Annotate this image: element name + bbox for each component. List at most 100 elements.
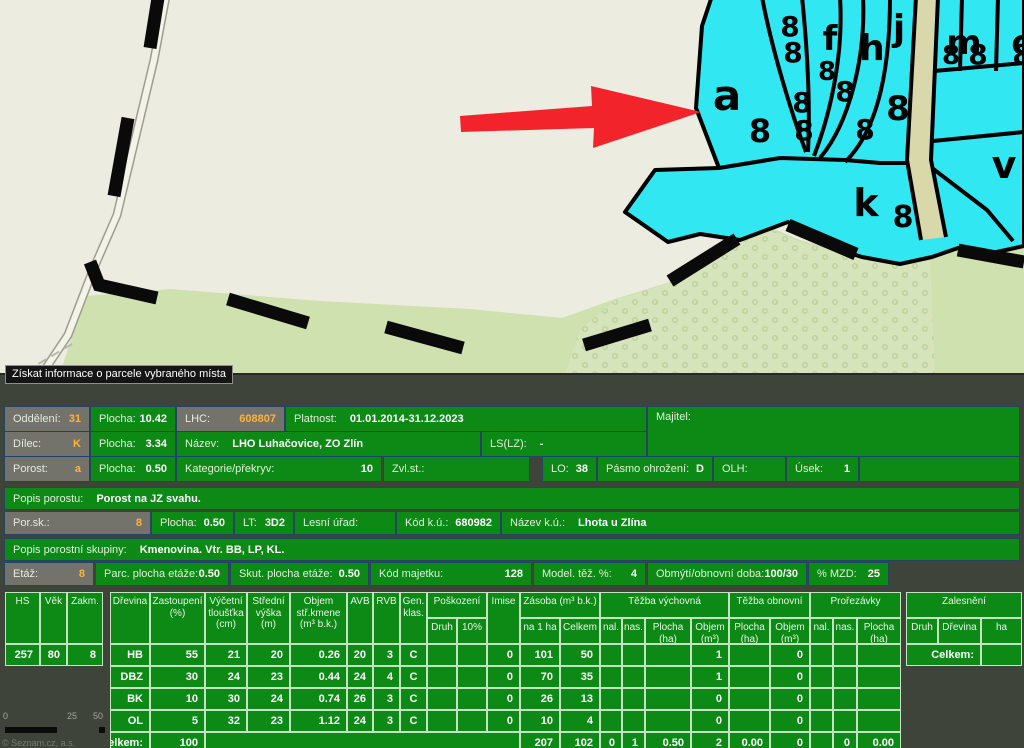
header-line: Prořezávky bbox=[830, 596, 880, 608]
header-line: nas. bbox=[836, 622, 855, 634]
species-cell-imise: 0 bbox=[487, 644, 520, 666]
species-cell-objem: 0.26 bbox=[290, 644, 347, 666]
species-cell-celkem: 4 bbox=[560, 710, 600, 732]
scale-tick-25: 25 bbox=[67, 711, 77, 721]
total-plocha1: 0.50 bbox=[645, 732, 691, 748]
species-cell-celkem: 13 bbox=[560, 688, 600, 710]
header-line: 10% bbox=[462, 622, 482, 634]
total-objem1: 2 bbox=[691, 732, 729, 748]
species-cell-nal1 bbox=[600, 688, 622, 710]
header-line: (m³) bbox=[781, 634, 799, 645]
species-cell-proc10 bbox=[457, 688, 487, 710]
header-line: Těžba obnovní bbox=[736, 596, 802, 608]
total-zast: 100 bbox=[150, 732, 205, 748]
field-model-tez: Model. těž. %:4 bbox=[534, 563, 645, 585]
header-line: Věk bbox=[45, 596, 62, 608]
species-cell-druh bbox=[427, 644, 457, 666]
field-usek: Úsek:1 bbox=[787, 457, 858, 481]
header-line: Zastoupení bbox=[152, 596, 202, 608]
col-header-vek: Věk bbox=[40, 592, 67, 644]
field-nazev-ku: Název k.ú.:Lhota u Zlína bbox=[502, 512, 1019, 534]
col-header-nal1: nal. bbox=[600, 618, 622, 644]
species-cell-druh bbox=[427, 710, 457, 732]
total-objem2: 0 bbox=[770, 732, 810, 748]
field-kod-ku: Kód k.ú.:680982 bbox=[397, 512, 500, 534]
parcel-label-a: a bbox=[713, 71, 741, 120]
total-nas2: 0 bbox=[833, 732, 857, 748]
col-header-nas2: nas. bbox=[833, 618, 857, 644]
header-line: na 1 ha bbox=[523, 622, 556, 634]
header-line: (m) bbox=[261, 619, 276, 631]
svg-text:8: 8 bbox=[835, 75, 854, 108]
species-cell-gen: C bbox=[400, 644, 427, 666]
col-header-zha: ha bbox=[981, 618, 1022, 644]
header-line: Objem bbox=[775, 622, 804, 634]
header-line: (m³) bbox=[701, 634, 719, 645]
col-header-stredni: Střednívýška(m) bbox=[247, 592, 290, 644]
species-cell-rvb: 3 bbox=[373, 710, 400, 732]
species-cell-avb: 20 bbox=[347, 644, 373, 666]
col-header-plocha1: Plocha(ha) bbox=[645, 618, 691, 644]
species-cell-gen: C bbox=[400, 710, 427, 732]
svg-text:8: 8 bbox=[794, 114, 813, 147]
header-line: nal. bbox=[603, 622, 619, 634]
species-cell-celkem: 50 bbox=[560, 644, 600, 666]
species-cell-vycetni: 21 bbox=[205, 644, 247, 666]
header-line: ha bbox=[996, 622, 1007, 634]
header-line: stř.kmene bbox=[297, 608, 341, 620]
col-header-zdruh: Druh bbox=[906, 618, 938, 644]
species-cell-gen: C bbox=[400, 666, 427, 688]
header-line: (ha) bbox=[870, 634, 888, 645]
header-line: RVB bbox=[376, 596, 396, 608]
header-line: tloušťka bbox=[208, 608, 243, 620]
species-cell-rvb: 3 bbox=[373, 688, 400, 710]
total-na1ha: 207 bbox=[520, 732, 560, 748]
species-cell-drevina: HB bbox=[110, 644, 150, 666]
species-cell-avb: 24 bbox=[347, 666, 373, 688]
species-cell-zakm: 8 bbox=[67, 644, 103, 666]
scalebar-segment bbox=[5, 727, 57, 733]
species-cell-objem1: 0 bbox=[691, 710, 729, 732]
svg-text:8: 8 bbox=[942, 41, 960, 71]
species-cell-nas2 bbox=[833, 666, 857, 688]
header-line: (%) bbox=[170, 608, 186, 620]
field-lt: LT:3D2 bbox=[235, 512, 293, 534]
header-line: nal. bbox=[813, 622, 829, 634]
species-cell-plocha2 bbox=[729, 710, 770, 732]
species-cell-vycetni: 32 bbox=[205, 710, 247, 732]
col-header-druh: Druh bbox=[427, 618, 457, 644]
species-cell-zast: 55 bbox=[150, 644, 205, 666]
species-cell-plocha3 bbox=[857, 666, 901, 688]
svg-text:8: 8 bbox=[1012, 38, 1024, 71]
field-lesni-urad: Lesní úřad: bbox=[295, 512, 395, 534]
species-cell-plocha2 bbox=[729, 666, 770, 688]
field-oddeleni: Oddělení:31 bbox=[5, 407, 89, 431]
species-cell-objem: 0.74 bbox=[290, 688, 347, 710]
map-scalebar: 0 25 50 © Seznam.cz, a.s. bbox=[0, 703, 120, 748]
total-nal2 bbox=[810, 732, 833, 748]
species-cell-plocha1 bbox=[645, 666, 691, 688]
header-line: Druh bbox=[911, 622, 933, 634]
field-plocha-oddeleni: Plocha:10.42 bbox=[91, 407, 175, 431]
field-zvlst: Zvl.st.: bbox=[384, 457, 529, 481]
species-cell-nal2 bbox=[810, 644, 833, 666]
species-cell-stredni: 23 bbox=[247, 666, 290, 688]
species-cell-hs: 257 bbox=[5, 644, 40, 666]
species-cell-objem2: 0 bbox=[770, 688, 810, 710]
header-line: výška bbox=[256, 608, 282, 620]
header-line: Gen. bbox=[403, 596, 425, 608]
species-cell-objem2: 0 bbox=[770, 666, 810, 688]
scale-tick-50: 50 bbox=[93, 711, 103, 721]
col-header-objem: Objemstř.kmene(m³ b.k.) bbox=[290, 592, 347, 644]
map-canvas[interactable]: a f h j m o v k 8 8 8 8 8 8 8 8 8 8 bbox=[0, 0, 1024, 374]
species-cell-plocha3 bbox=[857, 644, 901, 666]
header-line: Objem bbox=[304, 596, 333, 608]
map-tooltip: Získat informace o parcele vybraného mís… bbox=[5, 365, 233, 384]
species-cell-objem: 0.44 bbox=[290, 666, 347, 688]
group-header-poskozeni: Poškození bbox=[427, 592, 487, 618]
field-pasmo: Pásmo ohrožení:D bbox=[598, 457, 712, 481]
header-line: AVB bbox=[350, 596, 369, 608]
col-header-nas1: nas. bbox=[622, 618, 645, 644]
total-label: Celkem: bbox=[110, 732, 150, 748]
species-cell-zast: 10 bbox=[150, 688, 205, 710]
